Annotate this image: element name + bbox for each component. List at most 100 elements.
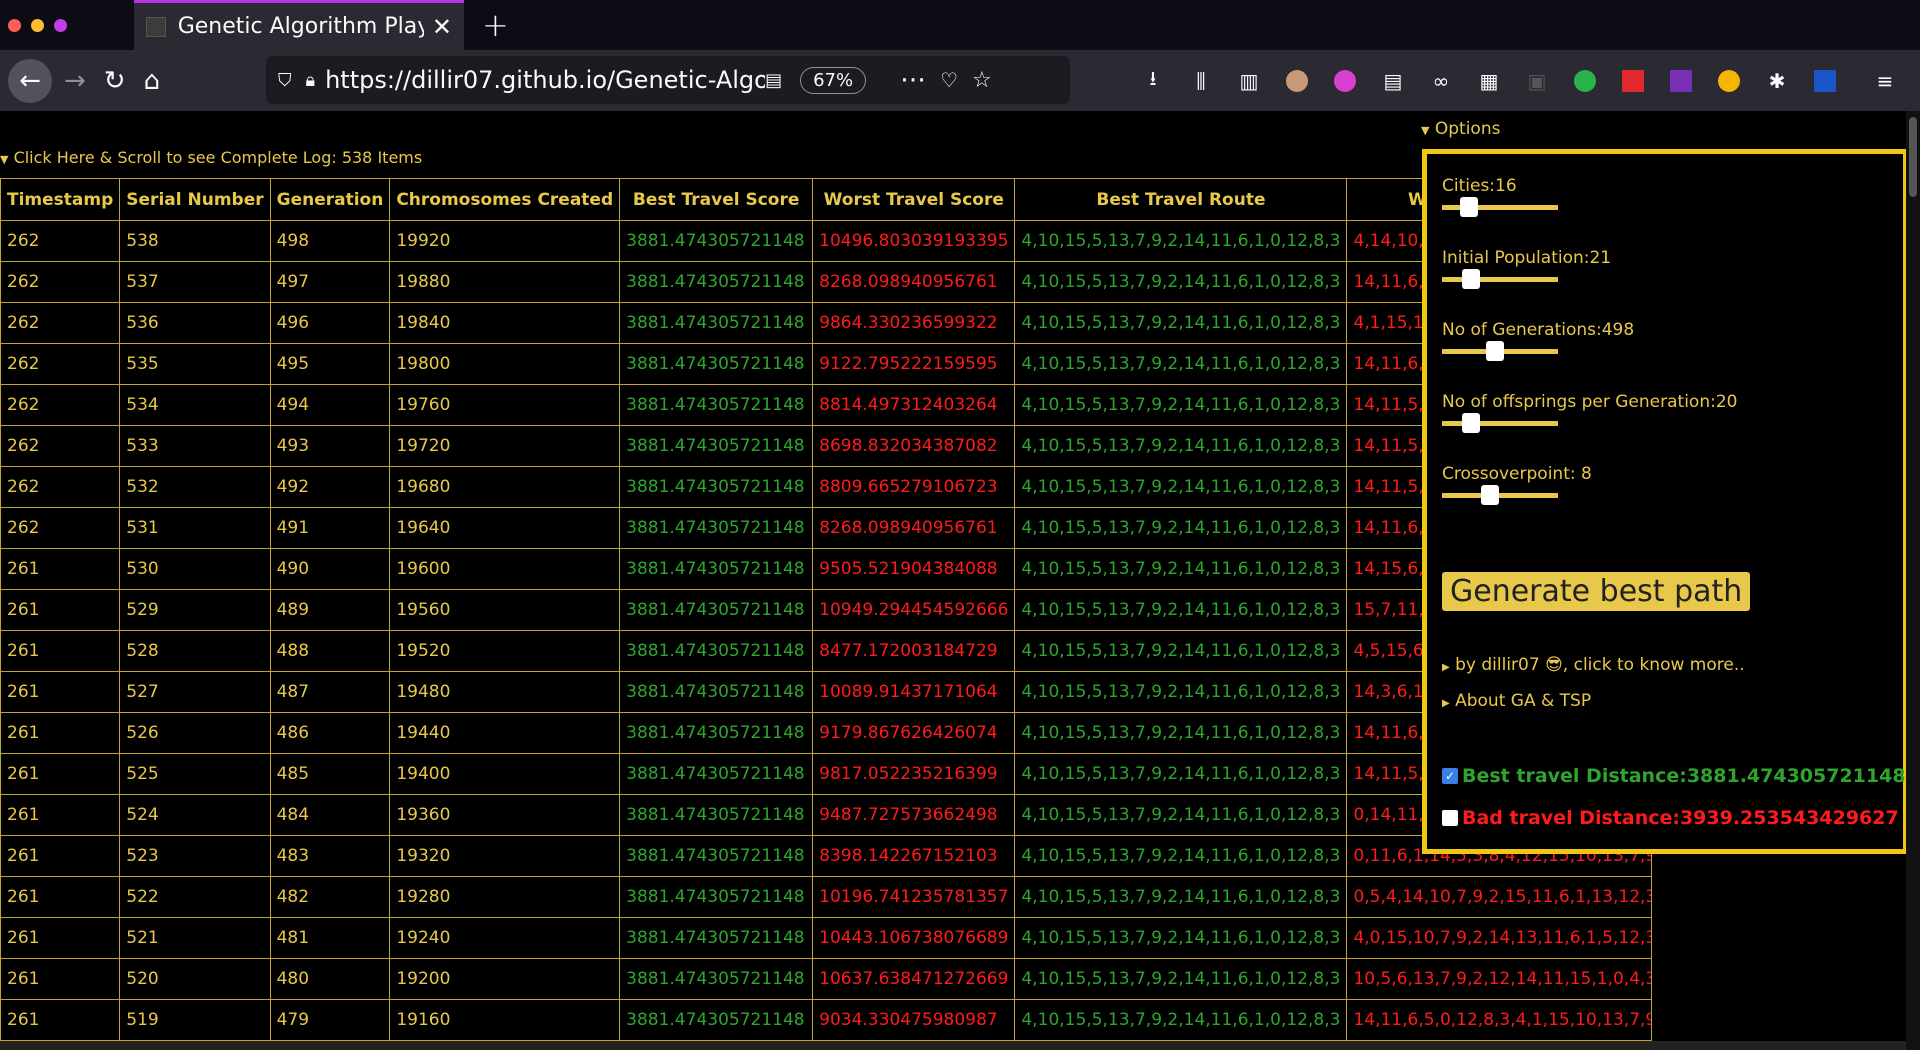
cell-timestamp: 262	[0, 466, 121, 508]
disabled-extension-icon[interactable]: ▣	[1524, 68, 1550, 94]
table-row: 261 528 488 19520 3881.474305721148 8477.1720…	[0, 630, 1653, 672]
cell-chromosomes-created: 19320	[389, 835, 621, 877]
cities-slider-knob[interactable]	[1460, 197, 1478, 217]
lock-icon[interactable]: 🔒︎	[306, 70, 316, 91]
sidebar-icon[interactable]: ▥	[1236, 68, 1262, 94]
about-ga-toggle[interactable]: ▶ About GA & TSP	[1442, 691, 1591, 711]
cell-generation: 487	[269, 671, 391, 713]
table-row: 261 529 489 19560 3881.474305721148 10949.294…	[0, 589, 1653, 631]
cell-worst-travel-score: 10496.803039193395	[812, 220, 1016, 262]
cell-generation: 486	[269, 712, 391, 754]
close-tab-icon[interactable]: ✕	[432, 13, 452, 41]
population-slider-knob[interactable]	[1462, 269, 1480, 289]
zoom-level[interactable]: 67%	[800, 66, 867, 94]
globe-extension-icon[interactable]	[1716, 68, 1742, 94]
cell-best-travel-score: 3881.474305721148	[619, 794, 814, 836]
bad-distance-checkbox[interactable]	[1442, 810, 1458, 826]
cell-best-travel-score: 3881.474305721148	[619, 589, 814, 631]
shield-icon[interactable]: ⛉	[278, 70, 292, 91]
cell-timestamp: 261	[0, 999, 121, 1041]
cell-best-travel-score: 3881.474305721148	[619, 261, 814, 303]
header-best-travel-score: Best Travel Score	[619, 178, 814, 221]
cities-slider[interactable]	[1442, 197, 1558, 217]
offsprings-slider-knob[interactable]	[1462, 413, 1480, 433]
best-distance-checkbox[interactable]: ✓	[1442, 768, 1458, 784]
cell-chromosomes-created: 19360	[389, 794, 621, 836]
cell-chromosomes-created: 19800	[389, 343, 621, 385]
grid-extension-icon[interactable]: ▦	[1476, 68, 1502, 94]
cell-worst-travel-score: 9487.727573662498	[812, 794, 1016, 836]
cell-best-travel-score: 3881.474305721148	[619, 958, 814, 1000]
offsprings-slider[interactable]	[1442, 413, 1558, 433]
cell-best-travel-score: 3881.474305721148	[619, 302, 814, 344]
crossover-slider-knob[interactable]	[1481, 485, 1499, 505]
maximize-window-button[interactable]	[54, 18, 67, 32]
table-row: 262 537 497 19880 3881.474305721148 8268.0989…	[0, 261, 1653, 303]
generations-slider[interactable]	[1442, 341, 1558, 361]
best-distance-toggle[interactable]: ✓ Best travel Distance:3881.474305721148	[1442, 765, 1906, 787]
bookmark-star-icon[interactable]: ☆	[972, 68, 992, 93]
marker-extension-icon[interactable]	[1620, 68, 1646, 94]
back-icon[interactable]: ←	[8, 58, 52, 103]
cell-chromosomes-created: 19640	[389, 507, 621, 549]
forward-icon[interactable]: →	[64, 66, 86, 96]
close-window-button[interactable]	[8, 18, 21, 32]
cell-best-travel-score: 3881.474305721148	[619, 876, 814, 918]
about-author-toggle[interactable]: ▶ by dillir07 😎, click to know more..	[1442, 655, 1745, 675]
table-row: 261 523 483 19320 3881.474305721148 8398.1422…	[0, 835, 1653, 877]
offsprings-label: No of offsprings per Generation:20	[1442, 392, 1738, 412]
horizontal-scrollbar[interactable]	[0, 1041, 1906, 1050]
options-summary-toggle[interactable]: ▼ Options	[1421, 119, 1500, 139]
bad-distance-toggle[interactable]: Bad travel Distance:3939.253543429627	[1442, 807, 1899, 829]
paw-extension-icon[interactable]: ✱	[1764, 68, 1790, 94]
vertical-scrollbar[interactable]	[1906, 111, 1920, 1050]
cell-chromosomes-created: 19160	[389, 999, 621, 1041]
log-table: Timestamp Serial Number Generation Chrom…	[0, 178, 1653, 1041]
log-header-row: Timestamp Serial Number Generation Chrom…	[0, 178, 1653, 221]
notes-extension-icon[interactable]: ▤	[1380, 68, 1406, 94]
reload-icon[interactable]: ↻	[104, 66, 126, 96]
url-text[interactable]: https://dillir07.github.io/Genetic-Algor…	[325, 66, 765, 94]
b-plus-extension-icon[interactable]	[1572, 68, 1598, 94]
cell-chromosomes-created: 19520	[389, 630, 621, 672]
minimize-window-button[interactable]	[31, 18, 44, 32]
crossover-slider[interactable]	[1442, 485, 1558, 505]
scrollbar-thumb[interactable]	[1909, 117, 1917, 197]
cell-best-travel-route: 4,10,15,5,13,7,9,2,14,11,6,1,0,12,8,3	[1014, 794, 1348, 836]
cell-best-travel-score: 3881.474305721148	[619, 630, 814, 672]
url-bar[interactable]: ⛉ 🔒︎ https://dillir07.github.io/Genetic-…	[266, 56, 1070, 104]
menu-icon[interactable]: ≡	[1872, 68, 1898, 94]
account-avatar-icon[interactable]	[1284, 68, 1310, 94]
table-row: 262 533 493 19720 3881.474305721148 8698.8320…	[0, 425, 1653, 467]
active-tab[interactable]: Genetic Algorithm Playground ✕	[134, 0, 464, 50]
best-distance-label: Best travel Distance:3881.474305721148	[1462, 765, 1906, 787]
onenote-extension-icon[interactable]	[1668, 68, 1694, 94]
cell-best-travel-score: 3881.474305721148	[619, 917, 814, 959]
cell-worst-travel-score: 10949.294454592666	[812, 589, 1016, 631]
population-slider[interactable]	[1442, 269, 1558, 289]
cell-best-travel-route: 4,10,15,5,13,7,9,2,14,11,6,1,0,12,8,3	[1014, 507, 1348, 549]
page-actions-icon[interactable]: ⋯	[900, 65, 926, 95]
tab-title: Genetic Algorithm Playground	[177, 14, 424, 39]
cell-chromosomes-created: 19240	[389, 917, 621, 959]
pocket-icon[interactable]: ♡	[940, 68, 958, 92]
generations-slider-knob[interactable]	[1486, 341, 1504, 361]
cell-timestamp: 261	[0, 548, 121, 590]
home-icon[interactable]: ⌂	[144, 66, 161, 96]
download-icon[interactable]: ⭳	[1140, 66, 1166, 94]
cell-serial-number: 525	[119, 753, 271, 795]
reader-view-icon[interactable]: ▤	[765, 70, 782, 91]
generate-best-path-button[interactable]: Generate best path	[1442, 572, 1751, 611]
navigation-bar: ← → ↻ ⌂ ⛉ 🔒︎ https://dillir07.github.io/…	[0, 50, 1920, 111]
power-extension-icon[interactable]	[1332, 68, 1358, 94]
header-chromosomes-created: Chromosomes Created	[389, 178, 621, 221]
cell-serial-number: 531	[119, 507, 271, 549]
library-icon[interactable]: ⫼	[1188, 68, 1214, 94]
cell-best-travel-score: 3881.474305721148	[619, 384, 814, 426]
log-summary-label: Click Here & Scroll to see Complete Log:…	[13, 148, 423, 167]
shield-extension-icon[interactable]	[1812, 68, 1838, 94]
cell-timestamp: 262	[0, 384, 121, 426]
log-summary-toggle[interactable]: ▼ Click Here & Scroll to see Complete Lo…	[0, 148, 422, 167]
glasses-extension-icon[interactable]: ∞	[1428, 68, 1454, 94]
new-tab-icon[interactable]: +	[482, 6, 509, 44]
